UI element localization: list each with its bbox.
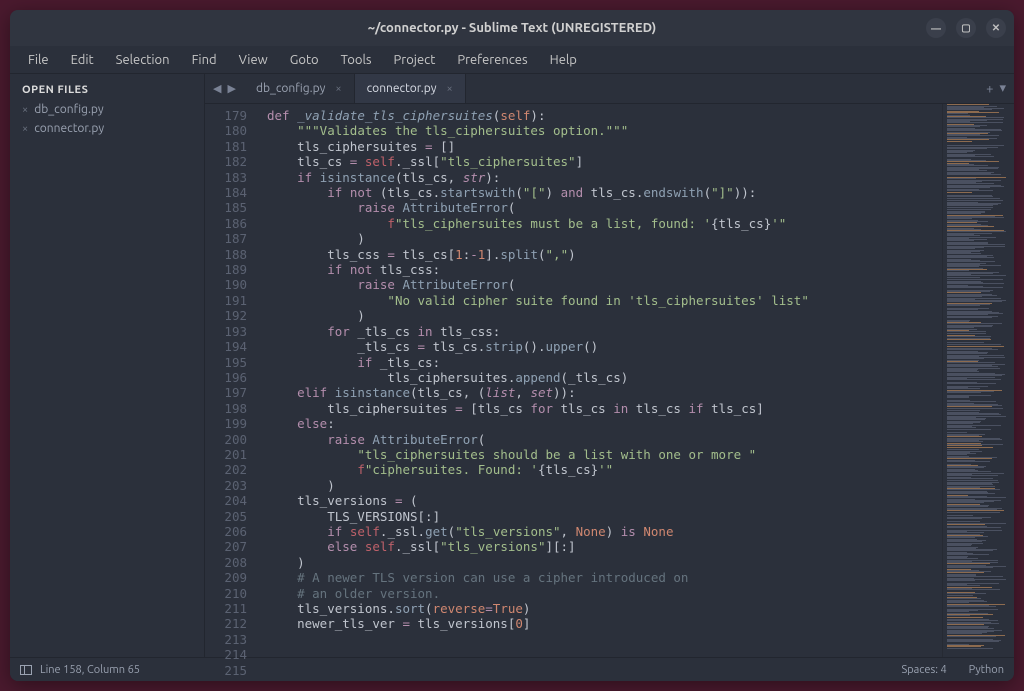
tab-label: db_config.py (256, 82, 325, 95)
menu-item-find[interactable]: Find (182, 50, 227, 70)
minimize-button[interactable]: — (926, 18, 946, 38)
open-file-item[interactable]: × connector.py (10, 119, 204, 138)
tab-row: ◀ ▶ db_config.py × connector.py × + ▾ (205, 74, 1014, 104)
window-title: ~/connector.py - Sublime Text (UNREGISTE… (368, 21, 657, 35)
statusbar: Line 158, Column 65 Spaces: 4 Python (10, 657, 1014, 681)
window-controls: — ▢ ✕ (926, 18, 1006, 38)
editor-panel: ◀ ▶ db_config.py × connector.py × + ▾ 179 1… (205, 74, 1014, 657)
tab-close-icon[interactable]: × (335, 83, 341, 95)
file-label: db_config.py (34, 103, 103, 116)
tab-connector-py[interactable]: connector.py × (355, 74, 466, 103)
menu-item-edit[interactable]: Edit (61, 50, 104, 70)
tab-nav: ◀ ▶ (205, 74, 244, 103)
menu-item-project[interactable]: Project (384, 50, 446, 70)
maximize-button[interactable]: ▢ (956, 18, 976, 38)
panel-toggle-icon[interactable] (20, 665, 32, 675)
titlebar[interactable]: ~/connector.py - Sublime Text (UNREGISTE… (10, 10, 1014, 46)
nav-left-icon[interactable]: ◀ (213, 82, 221, 95)
menu-item-goto[interactable]: Goto (280, 50, 329, 70)
code-content[interactable]: def _validate_tls_ciphersuites(self): ""… (257, 104, 942, 657)
menu-item-preferences[interactable]: Preferences (447, 50, 537, 70)
open-file-item[interactable]: × db_config.py (10, 100, 204, 119)
menu-item-selection[interactable]: Selection (106, 50, 180, 70)
code-area[interactable]: 179 180 181 182 183 184 185 186 187 188 … (205, 104, 1014, 657)
menubar: FileEditSelectionFindViewGotoToolsProjec… (10, 46, 1014, 74)
new-tab-icon[interactable]: + (986, 82, 993, 96)
indent-setting[interactable]: Spaces: 4 (901, 664, 946, 676)
file-label: connector.py (34, 122, 104, 135)
gutter: 179 180 181 182 183 184 185 186 187 188 … (205, 104, 257, 657)
menu-item-file[interactable]: File (18, 50, 59, 70)
menu-item-help[interactable]: Help (540, 50, 587, 70)
minimap[interactable] (942, 104, 1014, 657)
syntax-setting[interactable]: Python (969, 664, 1004, 676)
open-files-header: OPEN FILES (10, 80, 204, 100)
menu-item-view[interactable]: View (229, 50, 278, 70)
cursor-position[interactable]: Line 158, Column 65 (40, 664, 140, 676)
app-window: ~/connector.py - Sublime Text (UNREGISTE… (10, 10, 1014, 681)
tab-extras: + ▾ (986, 74, 1014, 103)
nav-right-icon[interactable]: ▶ (227, 82, 235, 95)
file-close-icon[interactable]: × (22, 123, 28, 135)
tab-label: connector.py (367, 82, 437, 95)
tab-db_config-py[interactable]: db_config.py × (244, 74, 355, 103)
menu-item-tools[interactable]: Tools (331, 50, 382, 70)
body-area: OPEN FILES × db_config.py × connector.py ◀ … (10, 74, 1014, 657)
file-close-icon[interactable]: × (22, 104, 28, 116)
close-button[interactable]: ✕ (986, 18, 1006, 38)
tab-menu-icon[interactable]: ▾ (999, 81, 1006, 96)
sidebar: OPEN FILES × db_config.py × connector.py (10, 74, 205, 657)
tab-close-icon[interactable]: × (447, 83, 453, 95)
